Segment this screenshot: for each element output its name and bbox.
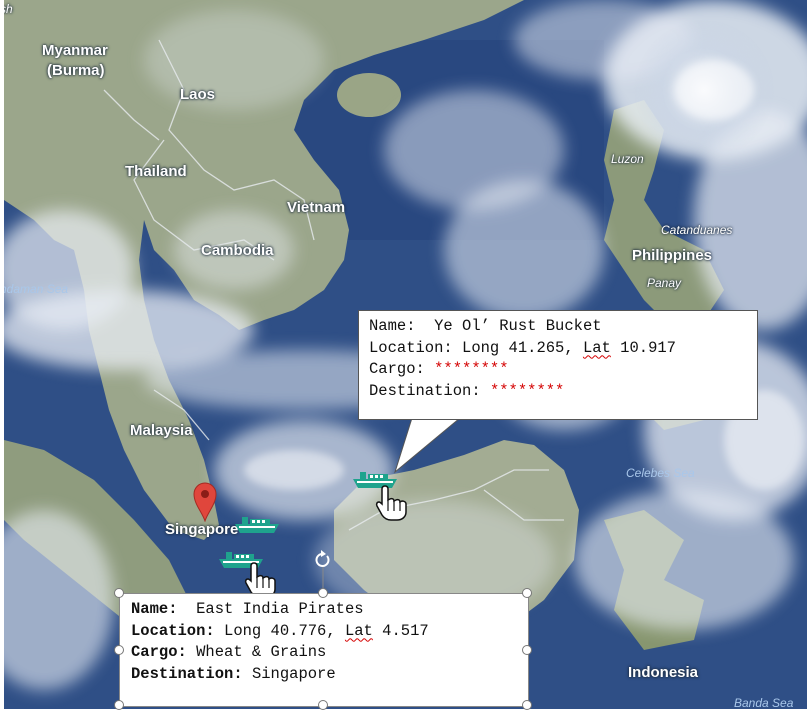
map-label-celebes-sea: Celebes Sea <box>626 466 695 480</box>
location-label: Location: <box>369 338 453 357</box>
vessel-name: East India Pirates <box>196 600 364 618</box>
location-long: Long 41.265, <box>462 338 583 357</box>
map-label-luzon: Luzon <box>611 152 644 166</box>
vessel-cargo-row: Cargo: ******** <box>369 359 676 381</box>
vessel-location-row: Location: Long 41.265, Lat 10.917 <box>369 338 676 360</box>
map-label-vietnam: Vietnam <box>287 199 346 216</box>
location-label: Location: <box>131 621 215 640</box>
vessel-callout-rust-bucket[interactable]: Name: Ye Ol’ Rust Bucket Location: Long … <box>358 310 758 420</box>
vessel-name-row: Name: Ye Ol’ Rust Bucket <box>369 316 676 338</box>
map-label-philippines: Philippines <box>632 247 713 264</box>
ship-icon[interactable] <box>234 513 280 535</box>
rotate-handle-icon[interactable] <box>312 549 334 589</box>
vessel-cargo-row: Cargo: Wheat & Grains <box>131 642 429 664</box>
vessel-destination-row: Destination: ******** <box>369 381 676 403</box>
map-label-laos: Laos <box>180 86 216 103</box>
destination-label: Destination: <box>131 664 243 683</box>
resize-handle-left[interactable] <box>114 645 124 655</box>
vessel-name: Ye Ol’ Rust Bucket <box>434 317 602 335</box>
destination-value-redacted: ******** <box>489 381 565 400</box>
map-label-cambodia: Cambodia <box>201 242 274 259</box>
location-pin-icon[interactable] <box>193 482 217 522</box>
resize-handle-top-right[interactable] <box>522 588 532 598</box>
map-label-andaman-sea: ndaman Sea <box>4 282 69 296</box>
location-lat-value: 4.517 <box>372 621 429 640</box>
map-label-edge: sh <box>4 2 13 16</box>
map-label-singapore: Singapore <box>165 521 239 538</box>
resize-handle-top-left[interactable] <box>114 588 124 598</box>
map-label-indonesia: Indonesia <box>628 664 699 681</box>
map-label-banda-sea: Banda Sea <box>734 696 794 709</box>
location-lat-word: Lat <box>582 338 611 357</box>
vessel-callout-east-india-pirates[interactable]: Name: East India Pirates Location: Long … <box>119 593 529 707</box>
resize-handle-top[interactable] <box>318 588 328 598</box>
location-lat-value: 10.917 <box>610 338 676 357</box>
hand-pointer-icon <box>375 485 407 521</box>
destination-value: Singapore <box>251 664 336 683</box>
location-long: Long 40.776, <box>224 621 345 640</box>
map-label-thailand: Thailand <box>125 163 187 180</box>
cargo-label: Cargo: <box>369 360 425 378</box>
map-label-catanduanes: Catanduanes <box>661 223 733 237</box>
destination-label: Destination: <box>369 381 481 400</box>
cargo-label: Cargo: <box>131 643 187 661</box>
name-label: Name: <box>131 600 178 618</box>
cargo-value: Wheat & Grains <box>196 643 327 661</box>
map-label-panay: Panay <box>647 276 682 290</box>
vessel-name-row: Name: East India Pirates <box>131 599 429 621</box>
vessel-destination-row: Destination: Singapore <box>131 664 429 686</box>
map-label-malaysia: Malaysia <box>130 422 193 439</box>
name-label: Name: <box>369 317 416 335</box>
vessel-location-row: Location: Long 40.776, Lat 4.517 <box>131 621 429 643</box>
map-label-myanmar: Myanmar <box>42 42 108 59</box>
map-label-burma: (Burma) <box>47 62 105 79</box>
resize-handle-right[interactable] <box>522 645 532 655</box>
cargo-value-redacted: ******** <box>434 360 509 378</box>
location-lat-word: Lat <box>344 621 373 640</box>
